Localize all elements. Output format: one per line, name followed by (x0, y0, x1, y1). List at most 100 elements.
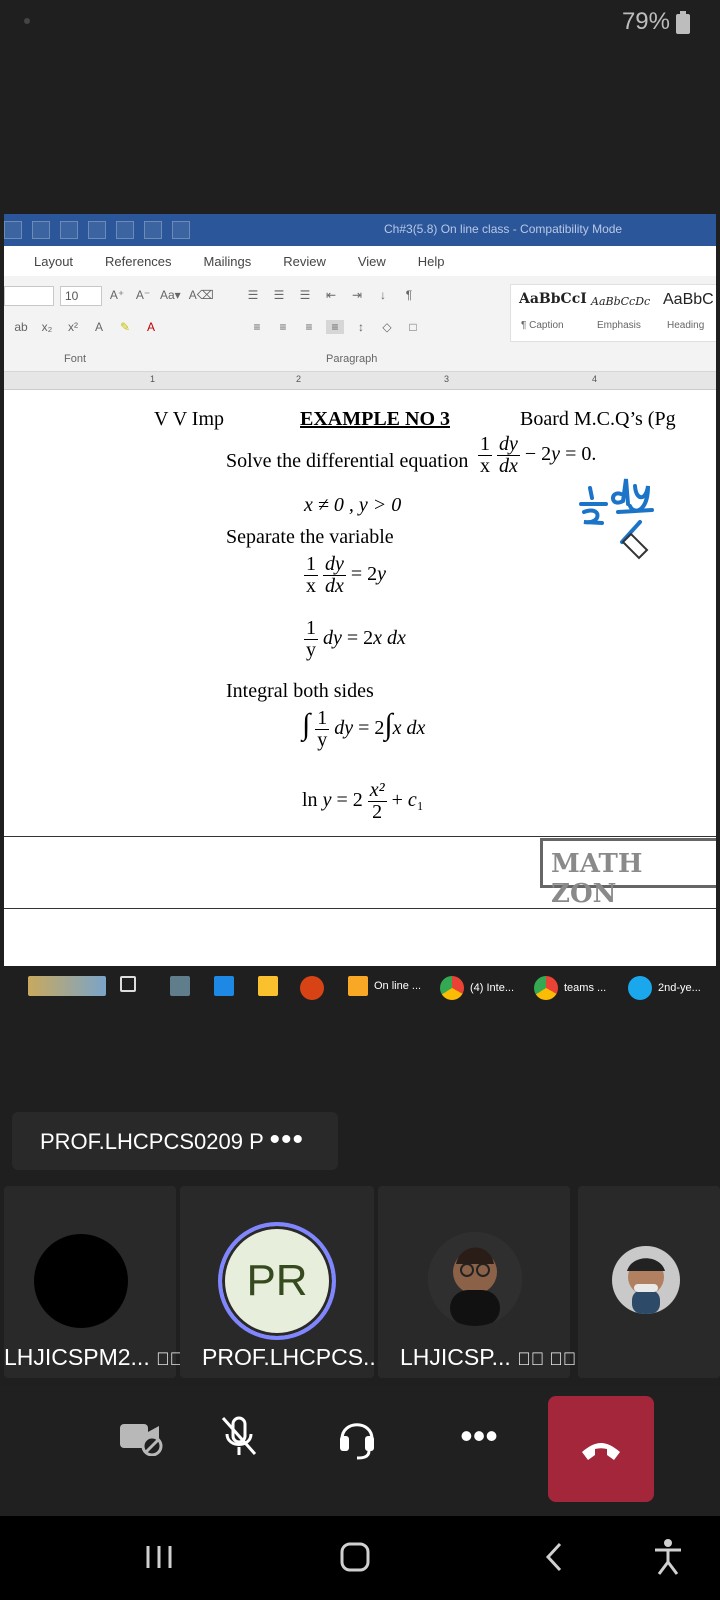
participant-label: LHJICSPM2... ▣⃠ (4, 1344, 184, 1370)
camera-off-button[interactable] (96, 1386, 186, 1486)
participant-tile[interactable]: LHJICSPM2... ▣⃠ (4, 1186, 183, 1378)
font-tools-bottom: ab x₂ x² A ✎ A (12, 320, 160, 334)
result-equation: ln y = 2 x² 2 + c₁ (302, 779, 424, 823)
document-page: V V Imp EXAMPLE NO 3 Board M.C.Q’s (Pg S… (4, 390, 716, 968)
taskbar-edge-item: 2nd-ye... (628, 976, 701, 1000)
taskbar-mail (214, 976, 234, 996)
tab-help: Help (417, 253, 445, 269)
ruler-number-3: 3 (444, 374, 450, 384)
more-options-button[interactable]: ••• (434, 1386, 524, 1486)
ribbon: 10 A⁺ A⁻ Aa▾ A⌫ ab x₂ x² A ✎ A ☰ ☰ ☰ ⇤ ⇥ ↓ ¶ ≡ ≡ ≡ ≡ ↕ ◇ □ F… (4, 276, 716, 372)
audio-button[interactable] (312, 1386, 402, 1486)
integral-text: Integral both sides (226, 680, 374, 702)
leave-call-button[interactable] (548, 1396, 654, 1502)
presenter-name: PROF.LHCPCS0209 P (40, 1129, 264, 1154)
separated-equation-1: 1x dy dx = 2y (304, 553, 387, 597)
taskbar-task-view (120, 976, 136, 992)
windows-taskbar: On line ... (4) Inte... teams ... 2nd-ye… (4, 966, 716, 1008)
style-caption-name: ¶ Caption (521, 320, 564, 331)
font-size-box: 10 (60, 286, 102, 306)
battery-icon (676, 11, 690, 34)
participant-tile[interactable]: PR PROF.LHCPCS... (180, 1186, 382, 1378)
layout-icon (88, 221, 106, 239)
paragraph-tools-top: ☰ ☰ ☰ ⇤ ⇥ ↓ ¶ (244, 288, 418, 302)
example-heading: EXAMPLE NO 3 (300, 408, 450, 430)
presenter-more-icon[interactable]: ••• (269, 1123, 304, 1157)
participant-tile[interactable] (578, 1186, 720, 1378)
taskbar-folder-item: On line ... (348, 976, 421, 996)
participant-avatar (34, 1234, 128, 1328)
style-caption-preview: AaBbCcI (519, 291, 587, 307)
accessibility-icon[interactable] (650, 1538, 686, 1576)
paragraph-tools-bottom: ≡ ≡ ≡ ≡ ↕ ◇ □ (248, 320, 422, 334)
shared-screen: Ch#3(5.8) On line class - Compatibility … (4, 214, 716, 1008)
math-zone-stamp: MATH ZON (540, 838, 716, 909)
recent-apps-icon[interactable] (144, 1542, 174, 1572)
increase-indent-icon: ⇥ (351, 288, 363, 302)
participant-photo-avatar (612, 1246, 680, 1314)
undo-icon (32, 221, 50, 239)
integral-equation: ∫ 1y dy = 2∫x dx (302, 707, 426, 751)
multilevel-list-icon: ☰ (299, 288, 311, 302)
board-heading: Board M.C.Q’s (Pg (520, 408, 676, 430)
grid-icon (172, 221, 190, 239)
participant-tile[interactable]: LHJICSP... 🎙⃠ ▣⃠ (378, 1186, 576, 1378)
separated-equation-2: 1y dy = 2x dx (304, 617, 406, 661)
document-divider-bottom (4, 908, 716, 909)
font-tools-top: A⁺ A⁻ Aa▾ A⌫ (108, 288, 214, 302)
taskbar-powerpoint (300, 976, 324, 1000)
muted-video-off-icon: 🎙⃠ ▣⃠ (517, 1349, 577, 1369)
strikethrough-icon: ab (14, 320, 28, 334)
font-name-box (4, 286, 54, 306)
separate-text: Separate the variable (226, 526, 394, 548)
line-spacing-icon: ↕ (358, 320, 364, 334)
document-title: Ch#3(5.8) On line class - Compatibility … (384, 222, 623, 236)
center-icon: ≡ (279, 320, 287, 334)
tab-references: References (105, 253, 172, 269)
font-color-icon: A (146, 320, 155, 334)
problem-text: Solve the differential equation (226, 450, 469, 472)
style-emphasis-preview: AaBbCcDc (591, 295, 651, 308)
camera-off-icon (120, 1424, 163, 1456)
font-group-label: Font (64, 353, 87, 365)
tab-layout: Layout (34, 253, 74, 269)
ribbon-tabs: Layout References Mailings Review View H… (4, 246, 716, 276)
mute-button[interactable] (194, 1386, 284, 1486)
taskbar-chrome-item-1: (4) Inte... (440, 976, 514, 1000)
text-effects-icon: A (94, 320, 103, 334)
decrease-indent-icon: ⇤ (325, 288, 337, 302)
android-navigation-bar (0, 1516, 720, 1600)
bullets-icon: ☰ (247, 288, 259, 302)
taskbar-chrome-item-2: teams ... (534, 976, 606, 1000)
paragraph-mark-icon: ¶ (405, 288, 413, 302)
align-left-icon: ≡ (253, 320, 261, 334)
justify-icon: ≡ (326, 320, 344, 334)
presenter-name-card[interactable]: PROF.LHCPCS0209 P ••• (12, 1112, 338, 1170)
condition-text: x ≠ 0 , y > 0 (304, 494, 402, 516)
styles-gallery: AaBbCcI ¶ Caption AaBbCcDc Emphasis AaBb… (510, 284, 716, 342)
home-icon[interactable] (338, 1540, 372, 1574)
taskbar-calculator (170, 976, 190, 996)
clear-format-icon: A⌫ (188, 288, 214, 302)
style-heading-preview: AaBbC (663, 291, 714, 308)
participant-label: LHJICSP... 🎙⃠ ▣⃠ (400, 1344, 577, 1370)
participant-initials-avatar: PR (218, 1222, 336, 1340)
call-controls: ••• (0, 1386, 720, 1516)
change-case-icon: Aa▾ (160, 288, 181, 302)
back-icon[interactable] (542, 1540, 568, 1574)
horizontal-ruler: 1 2 3 4 (4, 372, 716, 390)
taskbar-start-area (28, 976, 106, 996)
superscript-icon: x² (68, 320, 78, 334)
status-bar: 79% (0, 0, 720, 46)
style-heading-name: Heading (667, 320, 705, 331)
decrease-font-icon: A⁻ (135, 288, 151, 302)
increase-font-icon: A⁺ (109, 288, 125, 302)
headset-icon (340, 1423, 374, 1460)
participant-label: PROF.LHCPCS... (202, 1344, 383, 1370)
shading-icon: ◇ (382, 320, 392, 334)
ruler-number-4: 4 (592, 374, 598, 384)
table-icon (144, 221, 162, 239)
tab-review: Review (283, 253, 326, 269)
borders-icon: □ (409, 320, 417, 334)
document-divider-top (4, 836, 716, 837)
